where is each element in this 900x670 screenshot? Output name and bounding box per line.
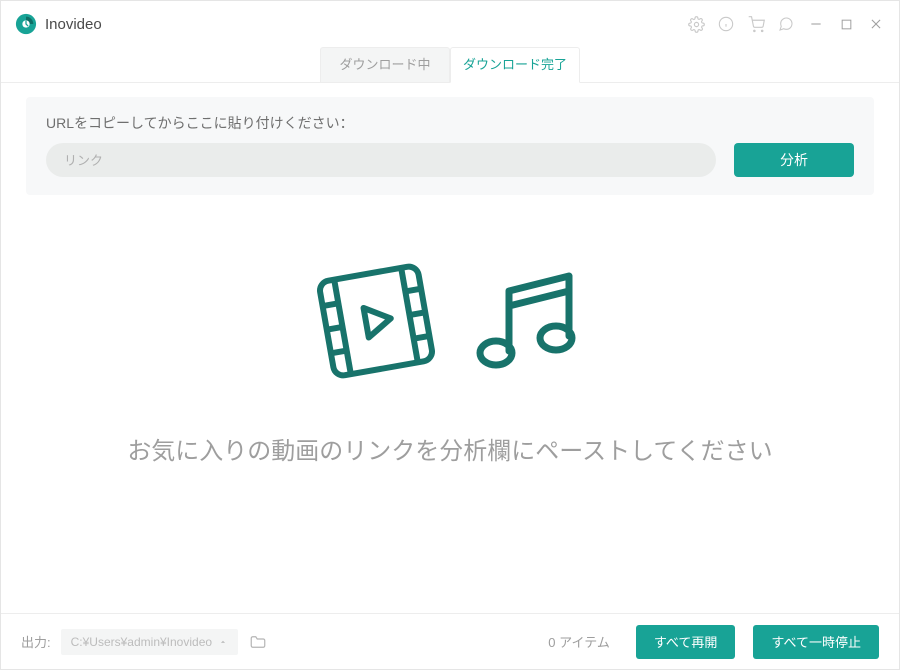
- settings-icon[interactable]: [687, 15, 705, 33]
- app-logo-icon: [15, 13, 37, 35]
- tab-completed[interactable]: ダウンロード完了: [450, 47, 580, 83]
- info-icon[interactable]: [717, 15, 735, 33]
- analyze-button[interactable]: 分析: [734, 143, 854, 177]
- music-note-icon: [464, 256, 594, 386]
- video-clip-icon: [306, 251, 446, 391]
- tab-bar: ダウンロード中 ダウンロード完了: [1, 47, 899, 83]
- folder-icon: [249, 633, 267, 651]
- empty-state: お気に入りの動画のリンクを分析欄にペーストしてください: [1, 251, 899, 466]
- output-path-text: C:¥Users¥admin¥Inovideo: [71, 635, 212, 649]
- resume-all-button[interactable]: すべて再開: [636, 625, 736, 659]
- open-folder-button[interactable]: [248, 632, 268, 652]
- empty-state-hint: お気に入りの動画のリンクを分析欄にペーストしてください: [127, 431, 772, 466]
- app-title: Inovideo: [45, 16, 687, 33]
- window-controls: [687, 15, 885, 33]
- output-path-selector[interactable]: C:¥Users¥admin¥Inovideo: [61, 629, 238, 655]
- pause-all-button[interactable]: すべて一時停止: [753, 625, 879, 659]
- url-panel: URLをコピーしてからここに貼り付けください： 分析: [26, 97, 874, 195]
- minimize-icon[interactable]: [807, 15, 825, 33]
- url-instruction-label: URLをコピーしてからここに貼り付けください：: [46, 113, 854, 133]
- chevron-up-icon: [218, 637, 228, 647]
- url-input[interactable]: [46, 143, 716, 177]
- maximize-icon[interactable]: [837, 15, 855, 33]
- output-label: 出力:: [21, 632, 51, 651]
- footer-bar: 出力: C:¥Users¥admin¥Inovideo 0 アイテム すべて再開…: [1, 613, 899, 669]
- cart-icon[interactable]: [747, 15, 765, 33]
- close-icon[interactable]: [867, 15, 885, 33]
- url-row: 分析: [46, 143, 854, 177]
- item-count: 0 アイテム: [548, 632, 610, 651]
- tab-downloading[interactable]: ダウンロード中: [320, 47, 450, 82]
- titlebar: Inovideo: [1, 1, 899, 47]
- empty-state-illustration: [306, 251, 594, 391]
- chat-icon[interactable]: [777, 15, 795, 33]
